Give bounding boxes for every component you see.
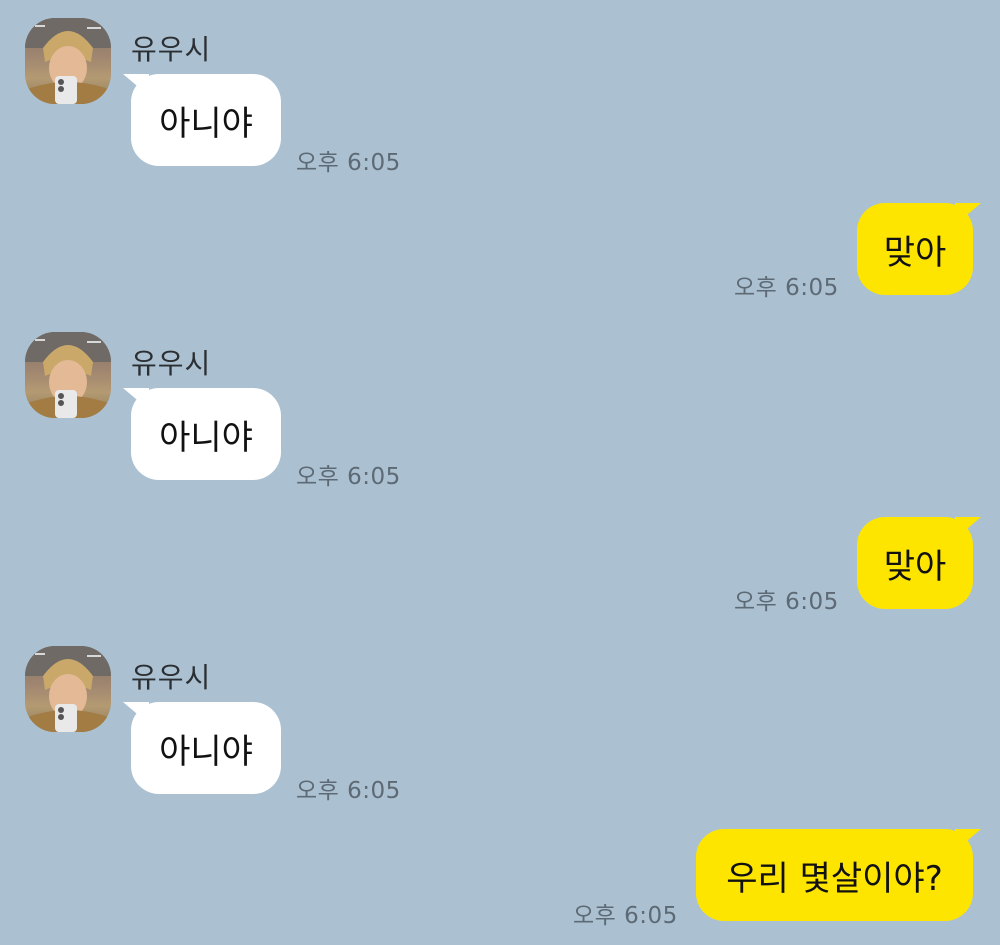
profile-photo-icon xyxy=(25,646,111,732)
outgoing-message-bubble[interactable]: 맞아 xyxy=(857,203,973,295)
incoming-message-bubble[interactable]: 아니야 xyxy=(131,74,281,166)
sender-name: 유우시 xyxy=(131,347,212,380)
sender-avatar[interactable] xyxy=(25,332,111,418)
sender-avatar[interactable] xyxy=(25,18,111,104)
message-timestamp: 오후 6:05 xyxy=(573,903,678,929)
incoming-message-bubble[interactable]: 아니야 xyxy=(131,388,281,480)
message-timestamp: 오후 6:05 xyxy=(296,778,401,804)
message-timestamp: 오후 6:05 xyxy=(734,275,839,301)
sender-name: 유우시 xyxy=(131,33,212,66)
message-timestamp: 오후 6:05 xyxy=(734,589,839,615)
message-timestamp: 오후 6:05 xyxy=(296,464,401,490)
outgoing-message-bubble[interactable]: 우리 몇살이야? xyxy=(696,829,973,921)
sender-name: 유우시 xyxy=(131,661,212,694)
incoming-message-bubble[interactable]: 아니야 xyxy=(131,702,281,794)
profile-photo-icon xyxy=(25,18,111,104)
outgoing-message-bubble[interactable]: 맞아 xyxy=(857,517,973,609)
message-timestamp: 오후 6:05 xyxy=(296,150,401,176)
sender-avatar[interactable] xyxy=(25,646,111,732)
profile-photo-icon xyxy=(25,332,111,418)
chat-window: 유우시 아니야 오후 6:05 맞아 오후 6:05 유우시 아니야 오후 6:… xyxy=(0,0,1000,945)
